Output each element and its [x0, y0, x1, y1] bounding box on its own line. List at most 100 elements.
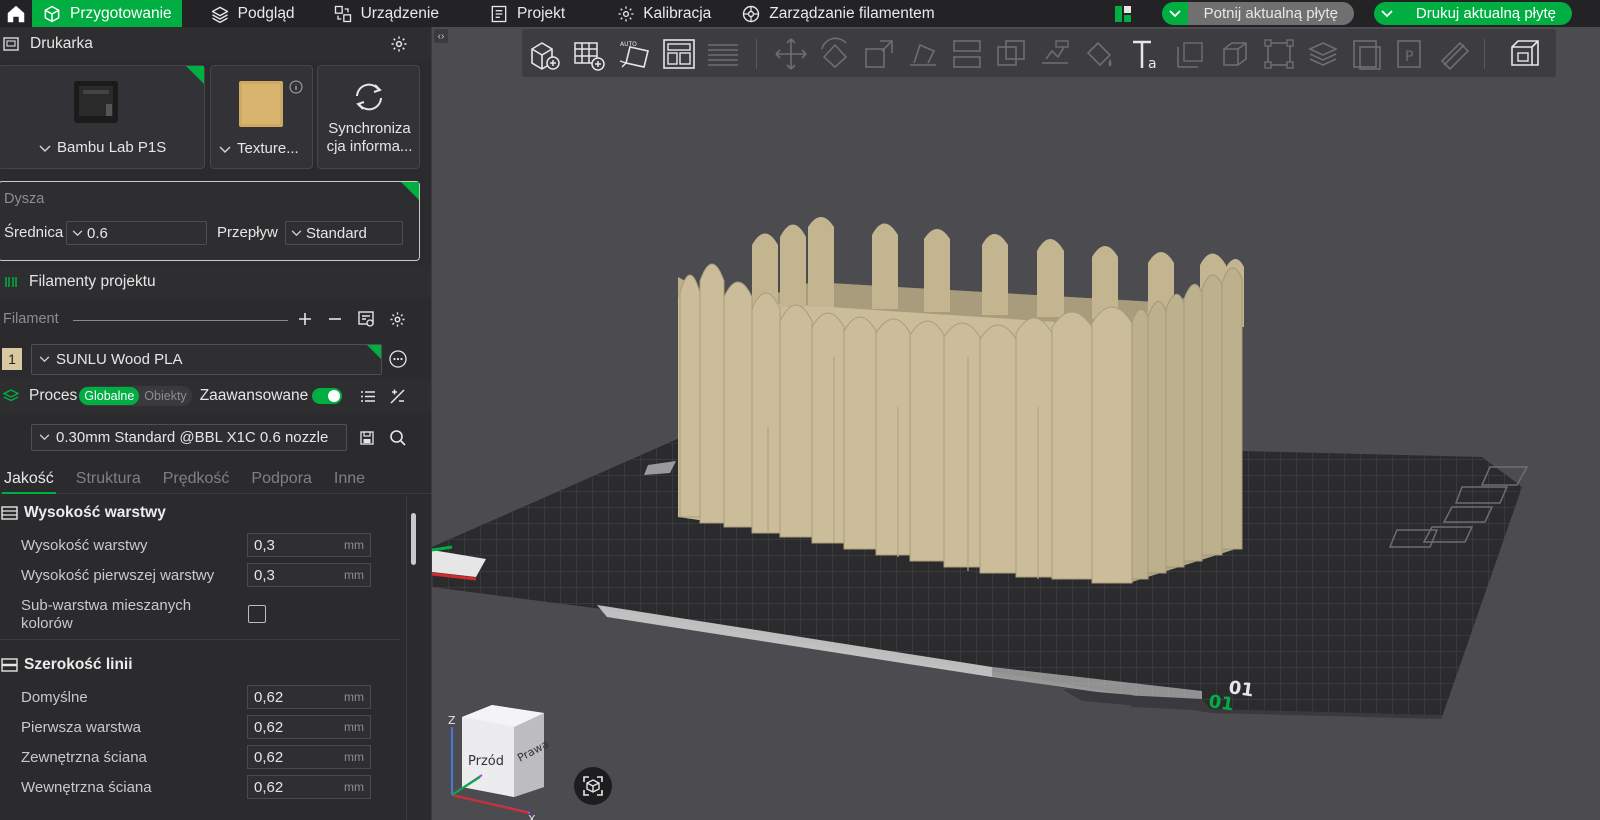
top-bar: Przygotowanie Podgląd Urządzenie Projekt…	[0, 0, 1600, 27]
scope-global-option[interactable]: Globalne	[79, 387, 140, 405]
multi-plate-icon[interactable]	[1114, 5, 1132, 23]
view-cube-front-label: Przód	[468, 754, 504, 769]
width-inner-wall-input[interactable]: 0,62 mm	[247, 775, 371, 799]
nozzle-diameter-select[interactable]: 0.6	[66, 221, 207, 245]
process-scope-toggle[interactable]: Globalne Obiekty	[79, 386, 192, 406]
more-options-icon[interactable]	[389, 350, 407, 368]
chevron-down-icon	[291, 229, 301, 236]
nozzle-card: Dysza Średnica 0.6 Przepływ Standard	[0, 181, 420, 261]
compare-icon[interactable]	[389, 388, 406, 405]
tab-others[interactable]: Inne	[334, 470, 365, 488]
layers-icon	[211, 6, 228, 23]
process-section-header: Proces Globalne Obiekty Zaawansowane	[0, 379, 431, 413]
scene-canvas[interactable]: 01 01 Z X Przód Prawa	[432, 27, 1600, 820]
width-outer-wall-input[interactable]: 0,62 mm	[247, 745, 371, 769]
settings-panel: Drukarka Bambu Lab P1S Texture... Synchr…	[0, 27, 432, 820]
view-cube[interactable]: Z X Przód Prawa	[448, 705, 551, 820]
fit-view-button[interactable]	[574, 767, 612, 805]
search-icon[interactable]	[389, 429, 407, 447]
chevron-down-icon[interactable]	[1161, 2, 1188, 25]
fence-model[interactable]	[678, 217, 1244, 584]
line-width-group: Szerokość linii	[1, 656, 133, 674]
first-layer-height-value: 0,3	[254, 566, 275, 584]
group-title: Wysokość warstwy	[24, 504, 166, 521]
home-icon	[7, 5, 25, 22]
chevron-down-icon[interactable]	[1373, 2, 1400, 25]
filament-color-swatch[interactable]: 1	[2, 348, 22, 370]
printer-section-title: Drukarka	[30, 35, 93, 52]
tab-prepare[interactable]: Przygotowanie	[32, 0, 182, 27]
tab-quality[interactable]: Jakość	[2, 470, 56, 494]
filament-select[interactable]: SUNLU Wood PLA	[31, 344, 382, 375]
width-default-value: 0,62	[254, 688, 284, 706]
plate-name: Texture...	[237, 140, 299, 157]
layer-height-value: 0,3	[254, 536, 275, 554]
parameter-tabs: Jakość Struktura Prędkość Podpora Inne	[0, 464, 431, 494]
print-plate-label: Drukuj aktualną płytę	[1399, 2, 1572, 25]
group-title: Szerokość linii	[24, 656, 133, 673]
tab-device[interactable]: Urządzenie	[321, 0, 451, 27]
nozzle-diameter-value: 0.6	[87, 224, 108, 242]
tab-speed[interactable]: Prędkość	[163, 470, 230, 488]
tab-calibration[interactable]: Kalibracja	[605, 0, 723, 27]
sublayer-label-line1: Sub-warstwa mieszanych	[21, 597, 192, 614]
advanced-toggle-switch[interactable]	[312, 388, 343, 404]
filament-icon	[5, 277, 17, 287]
process-profile-select[interactable]: 0.30mm Standard @BBL X1C 0.6 nozzle	[31, 424, 347, 451]
plus-icon[interactable]	[297, 311, 313, 327]
sync-ams-icon[interactable]	[357, 310, 375, 328]
first-layer-height-input[interactable]: 0,3 mm	[247, 563, 371, 587]
filaments-section-title: Filamenty projektu	[29, 273, 156, 290]
list-icon[interactable]	[360, 388, 377, 405]
svg-text:X: X	[528, 813, 536, 820]
tab-support[interactable]: Podpora	[251, 470, 312, 488]
nozzle-flow-select[interactable]: Standard	[285, 221, 403, 245]
slice-plate-button[interactable]: Potnij aktualną płytę	[1161, 2, 1354, 25]
width-first-layer-input[interactable]: 0,62 mm	[247, 715, 371, 739]
unit-label: mm	[344, 538, 364, 552]
filament-name: SUNLU Wood PLA	[56, 351, 183, 368]
tab-filament-management[interactable]: Zarządzanie filamentem	[729, 0, 946, 27]
divider	[0, 639, 400, 640]
scope-objects-option[interactable]: Obiekty	[139, 387, 191, 405]
divider	[73, 320, 288, 321]
scrollbar-thumb[interactable]	[411, 513, 416, 565]
print-plate-button[interactable]: Drukuj aktualną płytę	[1373, 2, 1572, 25]
selected-corner-indicator	[401, 182, 419, 200]
info-icon[interactable]	[289, 80, 303, 94]
width-default-input[interactable]: 0,62 mm	[247, 685, 371, 709]
filaments-section-header: Filamenty projektu	[0, 265, 431, 299]
sync-info-label: Synchroniza cja informa...	[326, 120, 413, 155]
layer-height-input[interactable]: 0,3 mm	[247, 533, 371, 557]
width-outer-wall-value: 0,62	[254, 748, 284, 766]
tab-strength[interactable]: Struktura	[76, 470, 141, 488]
tab-project[interactable]: Projekt	[477, 0, 577, 27]
sync-info-button[interactable]: Synchroniza cja informa...	[317, 65, 420, 169]
width-first-layer-value: 0,62	[254, 718, 284, 736]
chevron-down-icon	[39, 145, 51, 153]
plate-card[interactable]: Texture...	[210, 65, 313, 169]
unit-label: mm	[344, 780, 364, 794]
home-button[interactable]	[0, 0, 32, 27]
process-layers-icon	[3, 389, 19, 402]
width-default-label: Domyślne	[21, 689, 88, 706]
tab-preview[interactable]: Podgląd	[198, 0, 307, 27]
width-outer-wall-label: Zewnętrzna ściana	[21, 749, 147, 766]
build-plate-icon	[239, 81, 283, 127]
chevron-down-icon	[39, 356, 49, 363]
minus-icon[interactable]	[327, 311, 343, 327]
nozzle-section-title: Dysza	[4, 191, 45, 207]
printer-name: Bambu Lab P1S	[57, 139, 167, 156]
tab-label: Projekt	[516, 4, 566, 22]
printer-card[interactable]: Bambu Lab P1S	[0, 65, 205, 169]
nozzle-flow-label: Przepływ	[217, 224, 278, 241]
device-icon	[334, 5, 351, 22]
gear-icon[interactable]	[389, 311, 406, 328]
scrollbar-track	[406, 497, 407, 820]
gear-icon[interactable]	[390, 35, 408, 53]
process-section-title: Proces	[29, 387, 78, 404]
sublayer-checkbox[interactable]	[248, 605, 266, 623]
sync-icon	[356, 83, 382, 111]
save-icon[interactable]	[359, 430, 375, 446]
3d-viewport[interactable]: ‹› AUTO a P 01 01 Z X Przód Prawa	[432, 27, 1600, 820]
